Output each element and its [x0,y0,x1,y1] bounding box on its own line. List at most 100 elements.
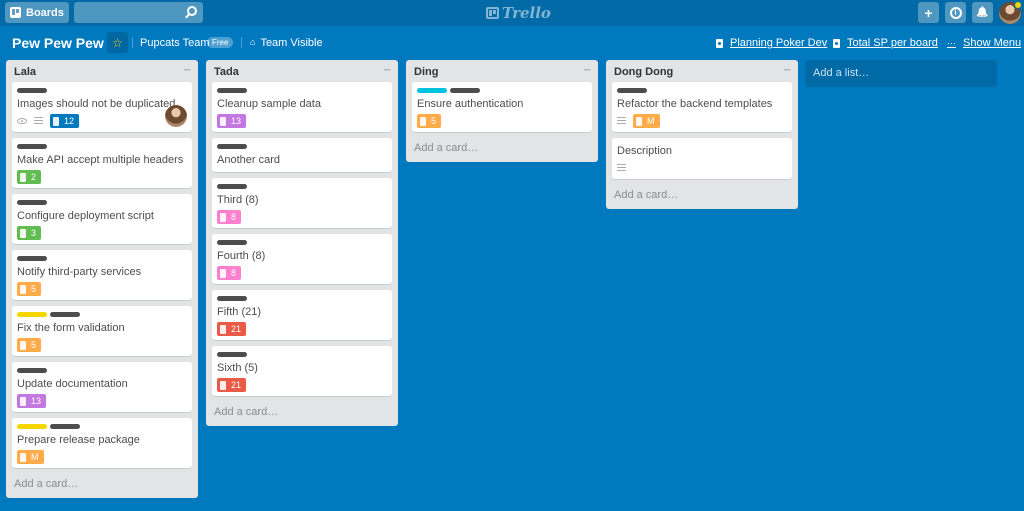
user-avatar[interactable] [999,1,1022,24]
card-title: Fourth (8) [217,250,266,262]
story-points-badge: 8 [217,266,242,280]
description-icon [617,116,626,126]
list-menu-icon[interactable]: ··· [184,65,191,75]
poker-card-icon [53,116,59,126]
search-icon[interactable] [187,6,197,16]
card[interactable]: Sixth (5) 21 [212,346,392,396]
card-title: Sixth (5) [217,362,258,374]
story-points-badge: 3 [17,226,42,240]
card[interactable]: Another card [212,138,392,172]
story-points-value: 5 [31,284,37,294]
label-yellow[interactable] [17,312,47,317]
member-avatar[interactable] [165,105,187,127]
label-sky[interactable] [417,88,447,93]
card-labels [17,256,187,261]
label-dark[interactable] [217,144,247,149]
visibility-button[interactable]: ⌂ Team Visible [250,37,323,49]
card[interactable]: Notify third-party services 5 [12,250,192,300]
list-header[interactable]: Ding ··· [406,60,598,82]
boards-button[interactable]: Boards [5,2,69,23]
card-labels [217,184,387,189]
powerup-total-sp[interactable]: Total SP per board [833,37,938,49]
poker-card-icon [20,396,26,406]
card[interactable]: Prepare release package M [12,418,192,468]
divider [132,37,133,48]
list-header[interactable]: Tada ··· [206,60,398,82]
story-points-value: 2 [31,172,37,182]
info-button[interactable]: i [945,2,966,23]
label-dark[interactable] [217,352,247,357]
card[interactable]: Fourth (8) 8 [212,234,392,284]
poker-card-icon [20,340,26,350]
card[interactable]: Update documentation 13 [12,362,192,412]
card[interactable]: Images should not be duplicated 12 [12,82,192,132]
card-list: Refactor the backend templates M Descripti… [606,82,798,179]
card-list: Cleanup sample data 13 Another card Third (… [206,82,398,396]
notifications-button[interactable]: 🔔 [972,2,993,23]
description-icon [34,116,43,126]
card-labels [217,240,387,245]
board-title[interactable]: Pew Pew Pew [12,35,104,51]
show-menu-button[interactable]: ··· Show Menu [947,37,1021,49]
list-title[interactable]: Dong Dong [614,66,673,78]
card[interactable]: Third (8) 8 [212,178,392,228]
card[interactable]: Fifth (21) 21 [212,290,392,340]
list-header[interactable]: Dong Dong ··· [606,60,798,82]
list-menu-icon[interactable]: ··· [584,65,591,75]
list-header[interactable]: Lala ··· [6,60,198,82]
label-dark[interactable] [17,200,47,205]
label-dark[interactable] [17,256,47,261]
list-title[interactable]: Tada [214,66,239,78]
label-dark[interactable] [17,144,47,149]
card-badges [617,161,787,175]
add-list-button[interactable]: Add a list… [805,60,997,87]
label-dark[interactable] [17,368,47,373]
story-points-value: M [647,116,655,126]
story-points-value: 3 [31,228,37,238]
label-dark[interactable] [450,88,480,93]
card[interactable]: Description [612,138,792,179]
card[interactable]: Cleanup sample data 13 [212,82,392,132]
star-button[interactable]: ☆ [107,32,128,53]
label-yellow[interactable] [17,424,47,429]
label-dark[interactable] [50,424,80,429]
powerup-icon [833,38,840,48]
logo-text: Trello [502,4,551,22]
trello-logo[interactable]: Trello [486,4,551,22]
add-card-button[interactable]: Add a card… [206,402,398,426]
label-dark[interactable] [17,88,47,93]
add-button[interactable]: + [918,2,939,23]
team-link[interactable]: Pupcats Team [140,37,210,49]
powerup-planning-poker[interactable]: Planning Poker Dev [716,37,827,49]
story-points-badge: 13 [17,394,47,408]
card-title: Fifth (21) [217,306,262,318]
list-title[interactable]: Lala [14,66,36,78]
card-labels [617,88,787,93]
list-menu-icon[interactable]: ··· [784,65,791,75]
card[interactable]: Make API accept multiple headers 2 [12,138,192,188]
label-dark[interactable] [217,240,247,245]
add-card-button[interactable]: Add a card… [6,474,198,498]
card[interactable]: Fix the form validation 5 [12,306,192,356]
search-box[interactable] [74,2,203,23]
card-title: Make API accept multiple headers [17,154,184,166]
list-title[interactable]: Ding [414,66,438,78]
search-input[interactable] [74,2,179,23]
list-lala: Lala ··· Images should not be duplicated 12… [6,60,198,498]
add-card-button[interactable]: Add a card… [406,138,598,162]
label-dark[interactable] [617,88,647,93]
more-icon: ··· [947,38,956,48]
boards-icon [10,7,21,18]
label-dark[interactable] [50,312,80,317]
add-card-button[interactable]: Add a card… [606,185,798,209]
card-title: Third (8) [217,194,259,206]
list-tada: Tada ··· Cleanup sample data 13 Another card… [206,60,398,426]
label-dark[interactable] [217,184,247,189]
card-title: Fix the form validation [17,322,125,334]
card[interactable]: Configure deployment script 3 [12,194,192,244]
list-menu-icon[interactable]: ··· [384,65,391,75]
label-dark[interactable] [217,88,247,93]
card[interactable]: Refactor the backend templates M [612,82,792,132]
card[interactable]: Ensure authentication 5 [412,82,592,132]
label-dark[interactable] [217,296,247,301]
